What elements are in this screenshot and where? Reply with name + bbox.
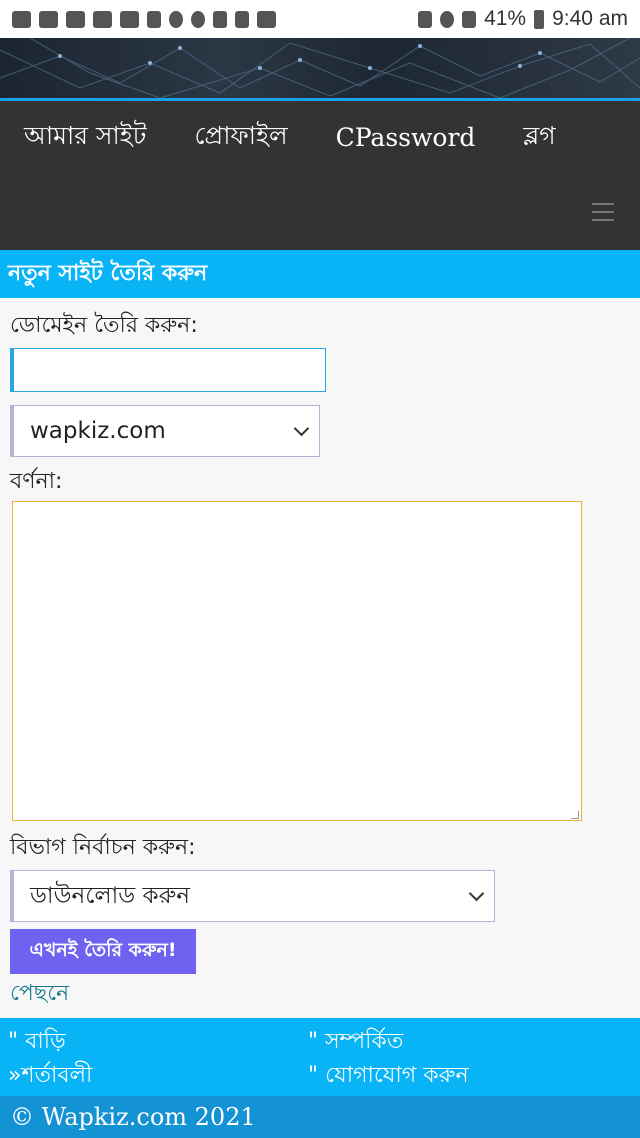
signal-icon [462,10,477,28]
domain-suffix-select[interactable]: wapkiz.com [10,405,320,457]
domain-label: ডোমেইন তৈরি করুন: [10,313,198,338]
domain-suffix-value: wapkiz.com [30,418,166,444]
battery-percent: 41% [484,7,527,30]
system-icons: 41% 9:40 am [418,7,628,31]
category-select[interactable]: ডাউনলোড করুন [10,870,495,922]
category-label: বিভাগ নির্বাচন করুন: [10,835,196,860]
description-textarea[interactable] [12,501,582,821]
footer-link-terms[interactable]: »শর্তাবলী [8,1058,92,1095]
nav-item-my-sites[interactable]: আমার সাইট [24,116,146,159]
back-link[interactable]: পেছনে [10,976,69,1013]
nav-item-cpassword[interactable]: CPassword [336,123,476,152]
menu-icon[interactable] [592,203,614,221]
main-nav: আমার সাইট প্রোফাইল CPassword ব্লগ [0,101,640,250]
footer-link-contact[interactable]: " যোগাযোগ করুন [308,1058,469,1095]
domain-input[interactable] [10,348,326,392]
youtube-icon [120,10,139,28]
network-graphic [0,38,640,98]
status-bar: 41% 9:40 am [0,0,640,38]
nav-item-profile[interactable]: প্রোফাইল [194,116,287,159]
page-title: নতুন সাইট তৈরি করুন [0,250,640,298]
copyright: © Wapkiz.com 2021 [0,1096,640,1138]
footer-link-home[interactable]: " বাড়ি [8,1024,66,1061]
nfc-icon [147,10,161,28]
recycle-icon [418,10,433,28]
create-now-button[interactable]: এখনই তৈরি করুন! [10,929,196,974]
bell-icon [191,10,205,28]
header-banner [0,38,640,98]
shield-icon [213,10,227,28]
chevron-down-icon [293,420,310,436]
resize-handle[interactable] [571,811,579,819]
category-value: ডাউনলোড করুন [30,882,190,909]
battery-icon [534,9,545,29]
chat-icon [12,10,31,28]
youtube-icon [39,10,58,28]
sync-icon [235,10,249,28]
chevron-down-icon [468,885,485,901]
bell-icon [169,10,183,28]
nav-item-blog[interactable]: ব্লগ [523,116,555,159]
footer-link-about[interactable]: " সম্পর্কিত [308,1024,403,1061]
youtube-icon [93,10,112,28]
notification-icons [12,10,276,28]
image-icon [257,10,276,28]
footer-links: " বাড়ি " সম্পর্কিত »শর্তাবলী " যোগাযোগ … [0,1018,640,1096]
alarm-icon [440,10,455,28]
nav-items: আমার সাইট প্রোফাইল CPassword ব্লগ [0,101,640,173]
youtube-icon [66,10,85,28]
description-label: বর্ণনা: [10,469,63,494]
clock: 9:40 am [552,7,628,30]
